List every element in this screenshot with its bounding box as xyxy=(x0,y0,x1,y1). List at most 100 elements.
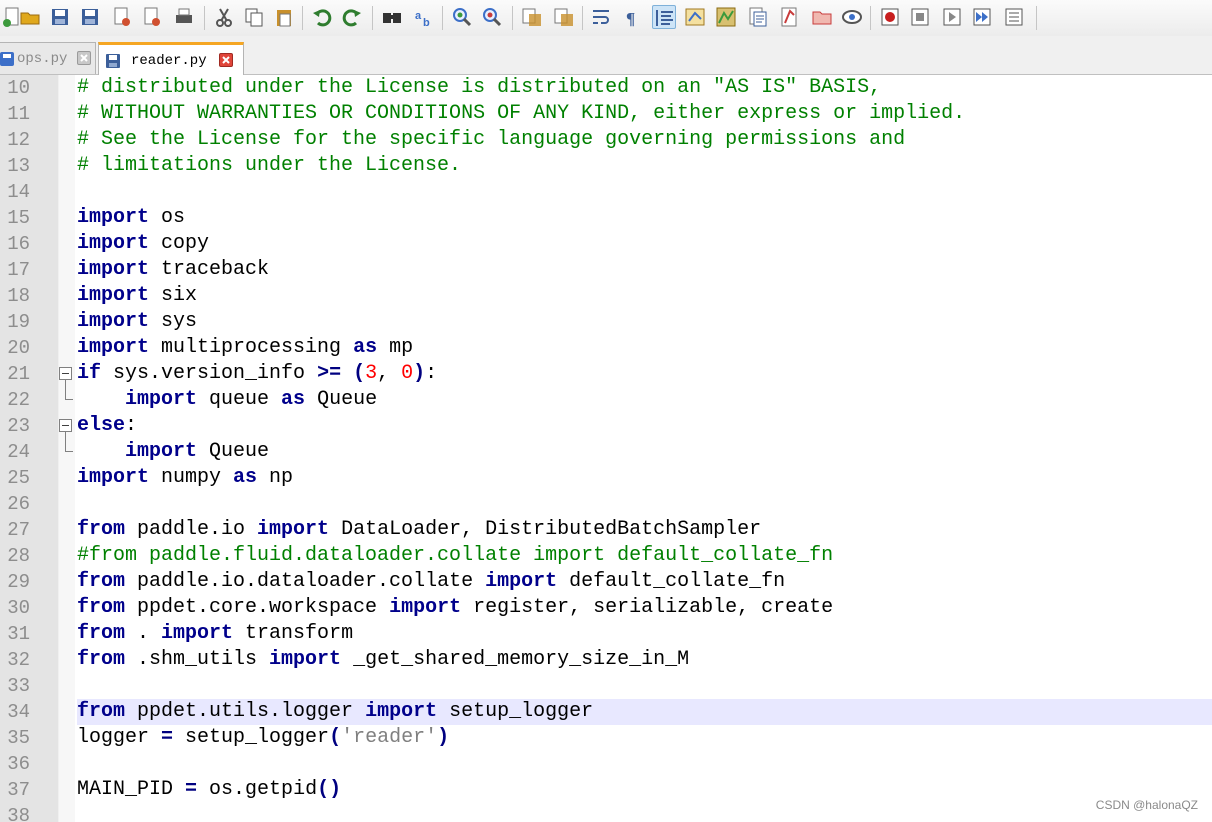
code-token: : xyxy=(125,414,138,437)
tab-ops-py[interactable]: ops.py xyxy=(0,42,96,74)
code-token: six xyxy=(149,284,198,307)
code-line[interactable]: 15 import os xyxy=(0,205,1212,231)
copy-icon[interactable] xyxy=(242,5,266,29)
code-token: 0 xyxy=(401,362,414,385)
code-line[interactable]: 12 # See the License for the specific lan… xyxy=(0,127,1212,153)
document-map-icon[interactable] xyxy=(714,5,738,29)
code-line[interactable]: 29 from paddle.io.dataloader.collate impo… xyxy=(0,569,1212,595)
close-all-icon[interactable] xyxy=(140,5,164,29)
code-line[interactable]: 36 xyxy=(0,751,1212,777)
code-line[interactable]: 28 #from paddle.fluid.dataloader.collate … xyxy=(0,543,1212,569)
code-token: () xyxy=(317,778,342,801)
code-token: from xyxy=(77,518,126,541)
code-line[interactable]: 19 import sys xyxy=(0,309,1212,335)
code-line[interactable]: 18 import six xyxy=(0,283,1212,309)
code-text: #from paddle.fluid.dataloader.collate im… xyxy=(77,543,1212,569)
replace-icon[interactable]: ab xyxy=(412,5,436,29)
tab-close-icon[interactable] xyxy=(219,53,233,67)
code-line[interactable]: 27 from paddle.io import DataLoader, Dist… xyxy=(0,517,1212,543)
code-token: paddle.io.dataloader.collate xyxy=(125,570,486,593)
code-line[interactable]: 23 else: xyxy=(0,413,1212,439)
indent-guide-icon[interactable] xyxy=(652,5,676,29)
toolbar-separator xyxy=(582,6,583,30)
monitoring-icon[interactable] xyxy=(840,5,864,29)
line-number: 22 xyxy=(7,389,30,411)
line-number: 13 xyxy=(7,155,30,177)
code-line[interactable]: 32 from .shm_utils import _get_shared_mem… xyxy=(0,647,1212,673)
project-icon[interactable] xyxy=(810,5,834,29)
code-line[interactable]: 17 import traceback xyxy=(0,257,1212,283)
code-line[interactable]: 24 import Queue xyxy=(0,439,1212,465)
svg-text:b: b xyxy=(423,17,430,29)
code-line[interactable]: 10 # distributed under the License is dis… xyxy=(0,75,1212,101)
user-defined-language-icon[interactable] xyxy=(683,5,707,29)
code-text: from ppdet.utils.logger import setup_log… xyxy=(77,699,1212,725)
code-line[interactable]: 21 if sys.version_info >= (3, 0): xyxy=(0,361,1212,387)
code-text: import multiprocessing as mp xyxy=(77,335,1212,361)
code-line[interactable]: 14 xyxy=(0,179,1212,205)
code-line[interactable]: 34 from ppdet.utils.logger import setup_l… xyxy=(0,699,1212,725)
cut-icon[interactable] xyxy=(212,5,236,29)
code-token: import xyxy=(485,570,558,593)
sync-vertical-icon[interactable] xyxy=(520,5,544,29)
paste-icon[interactable] xyxy=(272,5,296,29)
code-token: import xyxy=(365,700,438,723)
record-macro-icon[interactable] xyxy=(878,5,902,29)
playback-macro-icon[interactable] xyxy=(940,5,964,29)
code-editor[interactable]: 10 # distributed under the License is dis… xyxy=(0,75,1212,822)
tab-close-icon[interactable] xyxy=(77,51,91,65)
tab-reader-py[interactable]: reader.py xyxy=(98,42,244,75)
code-token: Queue xyxy=(197,440,270,463)
code-line[interactable]: 30 from ppdet.core.workspace import regis… xyxy=(0,595,1212,621)
code-token: , xyxy=(377,362,402,385)
stop-recording-icon[interactable] xyxy=(908,5,932,29)
redo-icon[interactable] xyxy=(340,5,364,29)
code-token: import xyxy=(161,622,234,645)
fold-toggle-icon[interactable] xyxy=(59,367,72,380)
code-line[interactable]: 16 import copy xyxy=(0,231,1212,257)
line-number: 26 xyxy=(7,493,30,515)
line-number: 37 xyxy=(7,779,30,801)
close-icon[interactable] xyxy=(110,5,134,29)
code-token: import xyxy=(77,232,150,255)
code-line[interactable]: 37 MAIN_PID = os.getpid() xyxy=(0,777,1212,803)
code-token: logger xyxy=(77,726,162,749)
code-line[interactable]: 20 import multiprocessing as mp xyxy=(0,335,1212,361)
open-folder-icon[interactable] xyxy=(18,5,42,29)
word-wrap-icon[interactable] xyxy=(590,5,614,29)
sync-horizontal-icon[interactable] xyxy=(552,5,576,29)
undo-icon[interactable] xyxy=(310,5,334,29)
code-line[interactable]: 26 xyxy=(0,491,1212,517)
zoom-out-icon[interactable] xyxy=(480,5,504,29)
print-icon[interactable] xyxy=(172,5,196,29)
code-text: # See the License for the specific langu… xyxy=(77,127,1212,153)
show-all-characters-icon[interactable]: ¶ xyxy=(620,5,644,29)
folder-as-workspace-icon[interactable] xyxy=(778,5,802,29)
find-icon[interactable] xyxy=(380,5,404,29)
code-token: # WITHOUT WARRANTIES OR CONDITIONS OF AN… xyxy=(77,102,966,125)
code-text: # limitations under the License. xyxy=(77,153,1212,179)
code-line[interactable]: 11 # WITHOUT WARRANTIES OR CONDITIONS OF … xyxy=(0,101,1212,127)
line-number: 33 xyxy=(7,675,30,697)
code-line[interactable]: 38 xyxy=(0,803,1212,822)
code-line[interactable]: 35 logger = setup_logger('reader') xyxy=(0,725,1212,751)
save-icon[interactable] xyxy=(48,5,72,29)
save-macro-icon[interactable] xyxy=(1002,5,1026,29)
code-line[interactable]: 31 from . import transform xyxy=(0,621,1212,647)
code-token: : xyxy=(425,362,438,385)
code-text: import copy xyxy=(77,231,1212,257)
code-line[interactable]: 25 import numpy as np xyxy=(0,465,1212,491)
code-line[interactable]: 22 import queue as Queue xyxy=(0,387,1212,413)
code-line[interactable]: 13 # limitations under the License. xyxy=(0,153,1212,179)
fold-toggle-icon[interactable] xyxy=(59,419,72,432)
run-macro-multiple-icon[interactable] xyxy=(970,5,994,29)
code-line[interactable]: 33 xyxy=(0,673,1212,699)
code-text: import queue as Queue xyxy=(77,387,1212,413)
zoom-in-icon[interactable] xyxy=(450,5,474,29)
save-all-icon[interactable] xyxy=(78,5,102,29)
code-token: queue xyxy=(197,388,282,411)
function-list-icon[interactable] xyxy=(746,5,770,29)
